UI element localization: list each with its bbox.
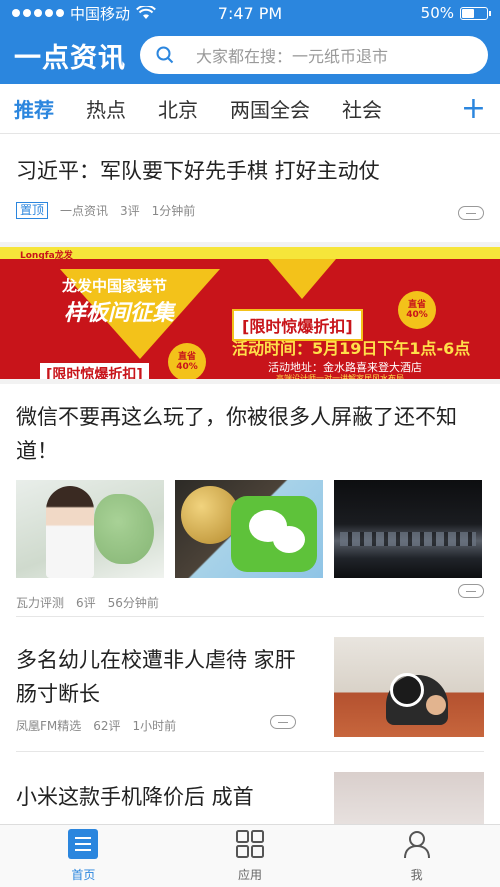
tab-hot[interactable]: 热点 [86, 94, 126, 123]
news-time: 1小时前 [132, 719, 177, 733]
news-item[interactable]: 小米这款手机降价后 成首 [0, 752, 500, 824]
play-icon [390, 673, 424, 707]
banner-discount-left: [限时惊爆折扣] [40, 363, 149, 379]
news-comments: 6评 [76, 596, 96, 610]
news-title: 小米这款手机降价后 成首 [16, 785, 254, 809]
banner-brand: Longfa龙发 [20, 251, 73, 261]
battery-percent: 50% [420, 4, 454, 22]
pinned-badge: 置顶 [16, 202, 49, 219]
channel-tabs: 推荐 热点 北京 两国全会 社会 + [0, 84, 500, 134]
news-image [175, 480, 323, 578]
news-item[interactable]: 微信不要再这么玩了，你被很多人屏蔽了还不知道！ 瓦力评测 6评 56分钟前 [0, 384, 500, 616]
news-comments: 62评 [93, 719, 121, 733]
banner-thumb-triangle [268, 259, 336, 299]
news-meta: 瓦力评测 6评 56分钟前 [16, 594, 484, 611]
nav-apps[interactable]: 应用 [167, 825, 334, 887]
bottom-nav: 首页 应用 我 [0, 824, 500, 887]
news-item[interactable]: 多名幼儿在校遭非人虐待 家肝肠寸断长 凤凰FM精选 62评 1小时前 [0, 617, 500, 751]
add-channel-button[interactable]: + [461, 93, 486, 124]
tab-two-sessions[interactable]: 两国全会 [230, 94, 310, 123]
nav-home-label: 首页 [71, 868, 96, 882]
news-image [334, 480, 482, 578]
banner-top-strip [0, 247, 500, 259]
news-thumbnail [334, 637, 484, 737]
news-title: 微信不要再这么玩了，你被很多人屏蔽了还不知道！ [16, 405, 457, 463]
discount-burst-right: 直省 40% [398, 291, 436, 329]
top-bar: 中国移动 7:47 PM 50% 一点资讯 大家都在搜：一元纸币退市 [0, 0, 500, 84]
news-source: 凤凰FM精选 [16, 719, 82, 733]
news-thumbnail [334, 772, 484, 824]
news-time: 1分钟前 [151, 204, 196, 218]
banner-event-location: 活动地址：金水路喜来登大酒店 [268, 361, 422, 374]
search-placeholder: 大家都在搜：一元纸币退市 [196, 47, 389, 66]
wifi-icon [136, 6, 156, 19]
signal-icon [12, 9, 64, 17]
tab-beijing[interactable]: 北京 [158, 94, 198, 123]
news-comments: 3评 [120, 204, 140, 218]
search-bar[interactable]: 大家都在搜：一元纸币退市 [140, 36, 488, 74]
app-header: 一点资讯 大家都在搜：一元纸币退市 [0, 26, 500, 84]
dislike-button[interactable] [458, 584, 484, 598]
news-feed[interactable]: 习近平：军队要下好先手棋 打好主动仗 置顶 一点资讯 3评 1分钟前 Longf… [0, 134, 500, 824]
banner-footer: 高端设计师一对一讲解家居风水布局 [276, 374, 404, 383]
home-list-icon [67, 828, 99, 860]
user-icon [401, 828, 433, 860]
tab-society[interactable]: 社会 [342, 94, 382, 123]
news-item[interactable]: 习近平：军队要下好先手棋 打好主动仗 置顶 一点资讯 3评 1分钟前 [0, 134, 500, 242]
carrier-label: 中国移动 [70, 4, 131, 23]
status-bar: 中国移动 7:47 PM 50% [0, 0, 500, 26]
dislike-button[interactable] [270, 715, 296, 729]
clock: 7:47 PM [217, 3, 283, 23]
nav-apps-label: 应用 [238, 868, 263, 882]
news-meta: 置顶 一点资讯 3评 1分钟前 [16, 202, 484, 219]
tab-recommend[interactable]: 推荐 [14, 94, 54, 123]
news-time: 56分钟前 [107, 596, 159, 610]
news-source: 一点资讯 [60, 204, 109, 218]
app-logo: 一点资讯 [14, 42, 126, 74]
apps-grid-icon [234, 828, 266, 860]
news-source: 瓦力评测 [16, 596, 65, 610]
banner-slogan: 样板间征集 [64, 301, 175, 326]
image-row [16, 480, 484, 578]
dislike-button[interactable] [458, 206, 484, 220]
battery-icon [460, 6, 491, 20]
ad-banner[interactable]: Longfa龙发 龙发中国家装节 样板间征集 [限时惊爆折扣] 直省 40% [… [0, 242, 500, 384]
search-icon [156, 46, 174, 64]
nav-me[interactable]: 我 [333, 825, 500, 887]
discount-burst-left: 直省 40% [168, 343, 206, 379]
news-title: 习近平：军队要下好先手棋 打好主动仗 [16, 159, 380, 183]
news-title: 多名幼儿在校遭非人虐待 家肝肠寸断长 [16, 648, 296, 706]
banner-title: 龙发中国家装节 [62, 277, 168, 295]
banner-event-time: 活动时间：5月19日下午1点-6点 [232, 339, 471, 358]
nav-home[interactable]: 首页 [0, 825, 167, 887]
news-image [16, 480, 164, 578]
nav-me-label: 我 [410, 868, 423, 882]
